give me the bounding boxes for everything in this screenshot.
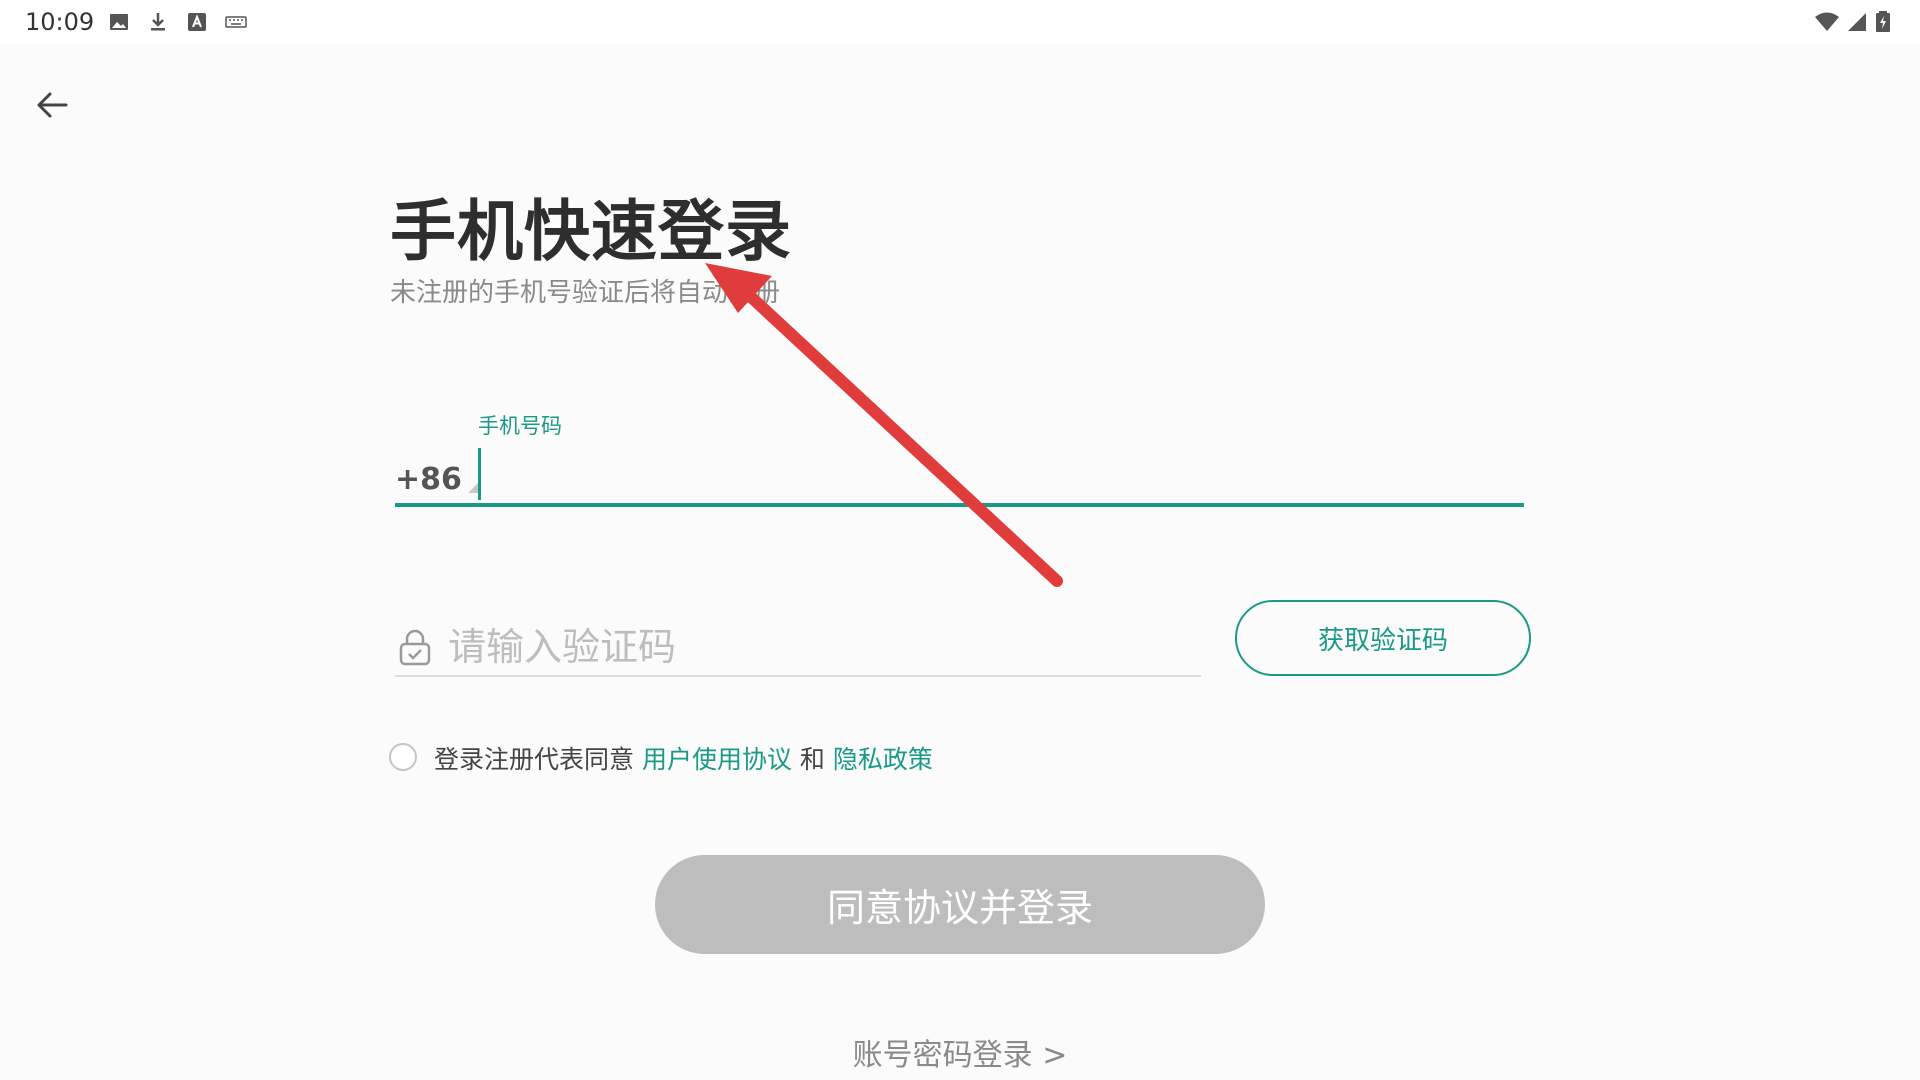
status-time: 10:09 — [25, 8, 95, 36]
password-login-link[interactable]: 账号密码登录 > — [0, 1030, 1920, 1074]
signal-icon — [1846, 11, 1868, 33]
get-code-button[interactable]: 获取验证码 — [1235, 600, 1531, 676]
phone-number-input[interactable] — [486, 448, 1522, 500]
battery-icon — [1875, 11, 1891, 33]
agree-and-login-button[interactable]: 同意协议并登录 — [655, 855, 1265, 954]
agreement-checkbox[interactable] — [389, 743, 417, 771]
phone-field-label: 手机号码 — [478, 414, 562, 438]
phone-field-underline — [395, 503, 1524, 507]
wifi-icon — [1814, 11, 1840, 33]
lock-icon — [398, 628, 432, 666]
back-button[interactable] — [30, 82, 76, 128]
login-screen: 10:09 手机快速登录 未注册的手机号验证后将自动注册 手机号码 +86 请输… — [0, 0, 1920, 1080]
verification-code-input[interactable] — [448, 618, 1188, 676]
agreement-and: 和 — [791, 745, 833, 774]
privacy-policy-link[interactable]: 隐私政策 — [833, 745, 933, 774]
page-subtitle: 未注册的手机号验证后将自动注册 — [390, 278, 781, 308]
agreement-prefix: 登录注册代表同意 — [434, 745, 642, 774]
country-code-value: +86 — [395, 462, 462, 497]
text-cursor — [478, 448, 481, 500]
page-title: 手机快速登录 — [390, 193, 792, 270]
text-a-icon — [186, 11, 208, 33]
agreement-text: 登录注册代表同意 用户使用协议 和 隐私政策 — [434, 740, 933, 776]
arrow-left-icon — [37, 92, 68, 118]
download-icon — [147, 11, 169, 33]
dropdown-corner-icon — [467, 483, 478, 493]
status-bar: 10:09 — [0, 0, 1920, 44]
image-icon — [108, 11, 130, 33]
user-agreement-link[interactable]: 用户使用协议 — [642, 745, 792, 774]
country-code-selector[interactable]: +86 — [395, 455, 478, 497]
code-field-underline — [395, 675, 1201, 677]
keyboard-icon — [225, 11, 247, 33]
